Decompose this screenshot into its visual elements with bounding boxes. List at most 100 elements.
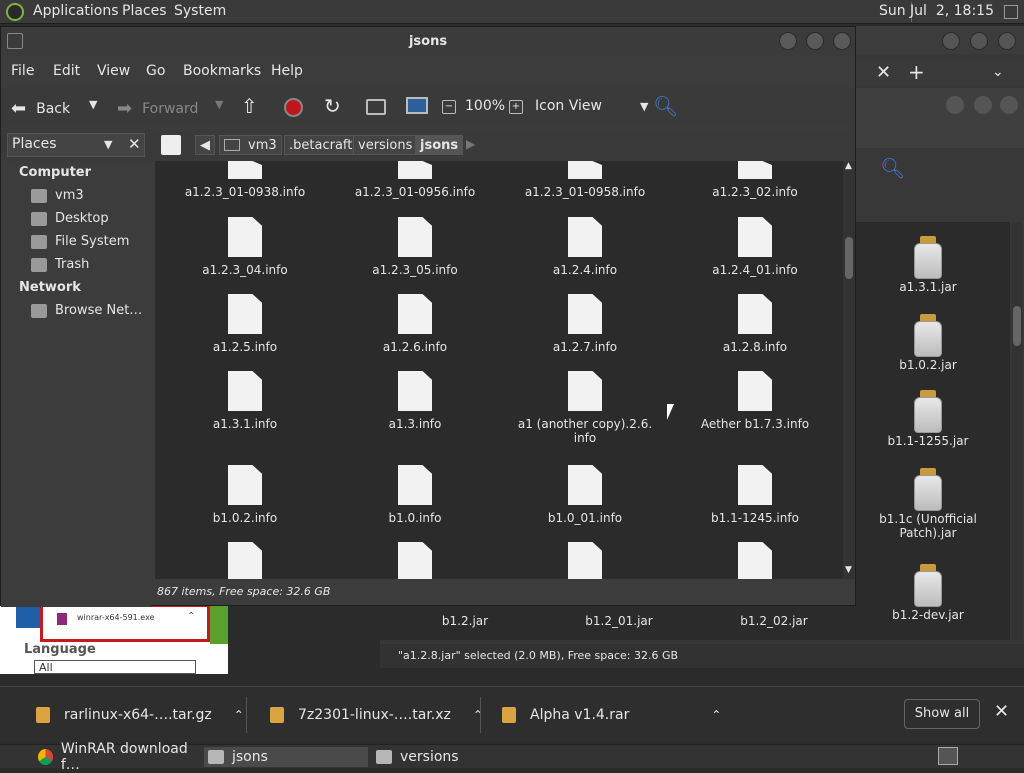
zoom-in-icon[interactable]: + (509, 100, 523, 114)
places-menu[interactable]: Places (122, 3, 167, 19)
file-item[interactable]: a1.3.1.info (160, 371, 330, 431)
file-item[interactable] (500, 542, 670, 579)
jar-label[interactable]: b1.2_02.jar (714, 614, 834, 628)
bg-scroll-thumb[interactable] (1013, 306, 1021, 346)
download-item[interactable]: rarlinux-x64-….tar.gz ⌃ (36, 701, 244, 729)
menu-edit[interactable]: Edit (53, 63, 80, 79)
bg-scrollbar[interactable] (1012, 222, 1022, 640)
reload-icon[interactable]: ↻ (324, 94, 341, 118)
sidebar-mode-select[interactable]: Places ▼ ✕ (7, 133, 145, 157)
breadcrumb-right-icon[interactable]: ▶ (466, 137, 475, 151)
forward-button[interactable]: ➡ Forward (117, 98, 198, 119)
file-item[interactable] (670, 542, 840, 579)
file-item[interactable]: a1.2.4.info (500, 217, 670, 277)
computer-icon[interactable] (406, 97, 428, 114)
bg-minimize-icon[interactable] (942, 32, 960, 50)
jar-file-item[interactable]: b1.1-1255.jar (868, 390, 988, 448)
file-item[interactable]: a1.3.info (330, 371, 500, 431)
breadcrumb-betacraft[interactable]: .betacraft (284, 135, 358, 155)
title-bar[interactable]: jsons (1, 27, 855, 57)
scroll-down-icon[interactable]: ▼ (845, 565, 852, 575)
tab-list-chevron-icon[interactable]: ⌄ (992, 64, 1004, 80)
forward-history-chevron-icon[interactable]: ▼ (215, 98, 223, 111)
file-item[interactable]: b1.0_01.info (500, 465, 670, 525)
up-arrow-icon[interactable]: ⇧ (241, 94, 258, 118)
file-item[interactable]: b1.0.2.info (160, 465, 330, 525)
sidebar-item-vm3[interactable]: vm3 (31, 188, 84, 203)
bg-inner-close-icon[interactable] (1000, 96, 1018, 114)
file-item[interactable]: b1.0.info (330, 465, 500, 525)
download-item[interactable]: Alpha v1.4.rar ⌃ (502, 701, 721, 729)
file-item[interactable]: a1.2.6.info (330, 294, 500, 354)
sidebar-item-desktop[interactable]: Desktop (31, 211, 109, 226)
file-item[interactable]: a1.2.8.info (670, 294, 840, 354)
menu-view[interactable]: View (97, 63, 130, 79)
breadcrumb-versions[interactable]: versions (353, 135, 418, 155)
show-all-button[interactable]: Show all (904, 699, 980, 729)
chevron-up-icon[interactable]: ⌃ (473, 708, 483, 722)
bg-inner-maximize-icon[interactable] (974, 96, 992, 114)
edit-location-icon[interactable] (161, 135, 181, 155)
menu-bookmarks[interactable]: Bookmarks (183, 63, 261, 79)
close-sidebar-icon[interactable]: ✕ (128, 135, 141, 153)
task-jsons[interactable]: jsons (204, 747, 368, 767)
task-versions[interactable]: versions (372, 747, 536, 767)
maximize-icon[interactable] (806, 32, 824, 50)
panel-applet-icon[interactable] (1004, 5, 1018, 19)
view-mode-select[interactable]: Icon View ▼ (535, 98, 648, 114)
zoom-out-icon[interactable]: − (442, 100, 456, 114)
download-link-box[interactable]: winrar-x64-591.exe ⌃ (40, 604, 210, 642)
minimize-icon[interactable] (779, 32, 797, 50)
task-winrar[interactable]: WinRAR download f… (34, 741, 200, 773)
applications-menu[interactable]: Applications (33, 3, 119, 19)
file-item[interactable]: a1.2.3_01-0938.info (160, 161, 330, 199)
file-item[interactable]: a1 (another copy).2.6. info (500, 371, 670, 445)
file-item[interactable]: a1.2.7.info (500, 294, 670, 354)
file-item[interactable]: a1.2.5.info (160, 294, 330, 354)
breadcrumb-jsons[interactable]: jsons (415, 135, 464, 155)
close-icon[interactable] (833, 32, 851, 50)
file-item[interactable] (160, 542, 330, 579)
chevron-up-icon[interactable]: ⌃ (234, 708, 244, 722)
close-shelf-icon[interactable]: ✕ (994, 701, 1009, 722)
clock[interactable]: Sun Jul 2, 18:15 (879, 3, 994, 19)
file-item[interactable]: b1.1-1245.info (670, 465, 840, 525)
file-item[interactable]: a1.2.3_01-0956.info (330, 161, 500, 199)
breadcrumb-left-icon[interactable]: ◀ (195, 135, 215, 155)
sidebar-item-trash[interactable]: Trash (31, 257, 89, 272)
chevron-down-icon[interactable]: ⌃ (187, 611, 195, 622)
language-select[interactable]: All (34, 660, 196, 674)
jar-file-item[interactable]: b1.2-dev.jar (868, 564, 988, 622)
vertical-scrollbar[interactable]: ▲ ▼ (843, 161, 855, 579)
bg-close-icon[interactable] (998, 32, 1016, 50)
file-item[interactable] (330, 542, 500, 579)
distro-logo-icon[interactable] (6, 3, 24, 21)
workspace-switcher-icon[interactable] (938, 747, 958, 765)
jar-label[interactable]: b1.2_01.jar (559, 614, 679, 628)
download-item[interactable]: 7z2301-linux-….tar.xz ⌃ (270, 701, 483, 729)
back-button[interactable]: ⬅ Back (11, 98, 70, 119)
sidebar-item-file-system[interactable]: File System (31, 234, 129, 249)
back-history-chevron-icon[interactable]: ▼ (89, 98, 97, 111)
sidebar-item-browse-network[interactable]: Browse Net… (31, 303, 142, 318)
file-item[interactable]: a1.2.3_01-0958.info (500, 161, 670, 199)
scroll-thumb[interactable] (845, 237, 853, 279)
scroll-up-icon[interactable]: ▲ (845, 161, 852, 171)
stop-icon[interactable] (284, 98, 303, 117)
home-icon[interactable] (366, 99, 386, 115)
search-icon[interactable]: 🔍︎ (653, 94, 678, 118)
bg-search-icon[interactable]: 🔍︎ (880, 156, 905, 180)
file-item[interactable]: a1.2.3_04.info (160, 217, 330, 277)
chevron-up-icon[interactable]: ⌃ (711, 708, 721, 722)
new-tab-icon[interactable]: + (908, 60, 925, 84)
menu-help[interactable]: Help (271, 63, 303, 79)
bg-maximize-icon[interactable] (970, 32, 988, 50)
system-menu[interactable]: System (174, 3, 226, 19)
file-item[interactable]: a1.2.4_01.info (670, 217, 840, 277)
breadcrumb-vm3[interactable]: vm3 (219, 135, 282, 155)
file-item[interactable]: Aether b1.7.3.info (670, 371, 840, 431)
tab-close-icon[interactable]: ✕ (876, 62, 891, 83)
bg-inner-minimize-icon[interactable] (946, 96, 964, 114)
jar-file-item[interactable]: b1.0.2.jar (868, 314, 988, 372)
menu-go[interactable]: Go (146, 63, 165, 79)
